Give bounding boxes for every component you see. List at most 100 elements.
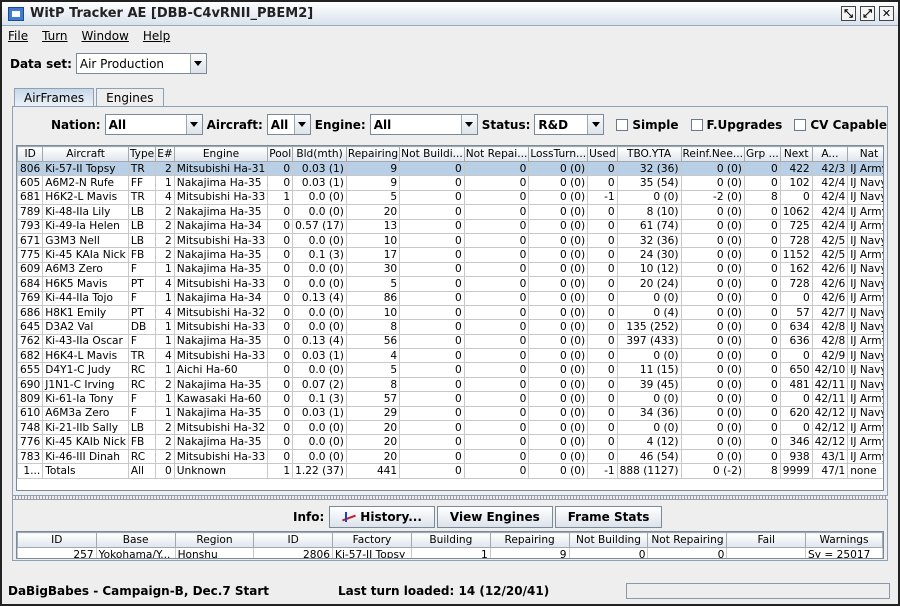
column-header[interactable]: Used [587, 146, 618, 162]
info-column-header[interactable]: Factory [332, 532, 412, 548]
column-header[interactable]: Not Repai... [463, 146, 530, 162]
table-cell: 42/8 [811, 319, 849, 335]
column-header[interactable]: Pool [267, 146, 294, 162]
engine-select[interactable]: All [369, 114, 478, 135]
table-cell: IJ Army [847, 218, 883, 234]
tab-airframes[interactable]: AirFrames [14, 88, 95, 107]
table-cell: 0 [463, 434, 530, 450]
column-header[interactable]: Engine [173, 146, 269, 162]
dataset-select[interactable]: Air Production [75, 53, 207, 74]
table-cell: 0 (0) [528, 420, 589, 436]
menu-file[interactable]: File [8, 29, 28, 43]
close-icon[interactable]: ✕ [879, 6, 894, 21]
column-header[interactable]: E# [155, 146, 175, 162]
table-cell: 1 [155, 261, 175, 278]
table-row[interactable]: 671 G3M3 Nell LB 2 Mitsubishi Ha-33 0 0.0 (0) 1… [17, 232, 883, 249]
table-cell: Ki-44-IIa Tojo [42, 290, 129, 306]
table-cell: 8 [743, 463, 781, 479]
info-table[interactable]: ID Base Region ID Factory Building Repairing No… [16, 531, 884, 559]
column-header[interactable]: Bld(mth) [292, 146, 347, 162]
table-cell: FB [127, 247, 157, 263]
column-header[interactable]: LossTurn... [528, 146, 589, 162]
column-header[interactable]: A... [811, 146, 849, 162]
table-row[interactable]: 809 Ki-61-Ia Tony F 1 Kawasaki Ha-60 0 0.1 (3)… [17, 391, 883, 407]
cvcapable-checkbox[interactable] [794, 118, 807, 131]
table-cell: 0 [399, 304, 465, 321]
maximize-icon[interactable]: ⤢ [860, 6, 875, 21]
table-row[interactable]: 609 A6M3 Zero F 1 Nakajima Ha-35 0 0.0 (0) 30 0 0… [17, 261, 883, 278]
column-header[interactable]: Reinf.Nee... [680, 146, 745, 162]
aircraft-select[interactable]: All [266, 114, 311, 135]
info-column-header[interactable]: Repairing [489, 532, 570, 548]
info-column-header[interactable]: Warnings [805, 532, 883, 548]
table-cell: J1N1-C Irving [42, 376, 129, 393]
info-column-header[interactable]: Building [410, 532, 491, 548]
column-header[interactable]: Aircraft [42, 146, 129, 162]
info-column-header[interactable]: Base [95, 532, 176, 548]
table-cell: 0 [779, 189, 813, 206]
table-row[interactable]: 610 A6M3a Zero F 1 Nakajima Ha-35 0 0.03 (1) 29… [17, 405, 883, 422]
chevron-down-icon[interactable] [185, 115, 202, 134]
tab-engines[interactable]: Engines [96, 88, 164, 107]
table-row[interactable]: 793 Ki-49-Ia Helen LB 2 Nakajima Ha-34 0 0.57 … [17, 218, 883, 234]
table-row[interactable]: 1... Totals All 0 Unknown 1 1.22 (37) 441 0 0 0 (0… [17, 463, 883, 479]
nation-select[interactable]: All [104, 114, 203, 135]
table-row[interactable]: 762 Ki-43-IIa Oscar F 1 Nakajima Ha-35 0 0.13 … [17, 333, 883, 350]
info-column-header[interactable]: Not Building [568, 532, 649, 548]
column-header[interactable]: Nat [847, 146, 883, 162]
table-cell: 42/4 [811, 175, 849, 191]
column-header[interactable]: Repairing [345, 146, 401, 162]
table-row[interactable]: 690 J1N1-C Irving RC 2 Nakajima Ha-35 0 0.07 (… [17, 376, 883, 393]
table-row[interactable]: 655 D4Y1-C Judy RC 1 Aichi Ha-60 0 0.0 (0) 5 0 0 0… [17, 362, 883, 378]
simple-checkbox[interactable] [616, 118, 629, 131]
table-row[interactable]: 682 H6K4-L Mavis TR 4 Mitsubishi Ha-33 0 0.03 … [17, 348, 883, 364]
chevron-down-icon[interactable] [460, 115, 477, 134]
chevron-down-icon[interactable] [293, 115, 310, 134]
menu-turn[interactable]: Turn [42, 29, 67, 43]
airframes-table[interactable]: ID Aircraft Type E# Engine Pool Bld(mth) Repair… [16, 145, 884, 491]
status-select[interactable]: R&D [534, 114, 605, 135]
table-row[interactable]: 776 Ki-45 KAIb Nick FB 2 Nakajima Ha-35 0 0.0 … [17, 434, 883, 450]
info-column-header[interactable]: ID [17, 532, 97, 548]
table-cell: 1 [267, 189, 294, 206]
table-row[interactable]: 605 A6M2-N Rufe FF 1 Nakajima Ha-35 0 0.03 (1)… [17, 175, 883, 191]
table-cell: A6M3a Zero [42, 405, 129, 422]
table-row[interactable]: 681 H6K2-L Mavis TR 4 Mitsubishi Ha-33 1 0.0 (… [17, 189, 883, 206]
column-header[interactable]: TBO.YTA [616, 146, 682, 162]
column-header[interactable]: Next [779, 146, 813, 162]
table-row[interactable]: 645 D3A2 Val DB 1 Mitsubishi Ha-33 0 0.0 (0) 8 0… [17, 319, 883, 335]
column-header[interactable]: Grp ... [743, 146, 781, 162]
menu-window[interactable]: Window [82, 29, 129, 43]
info-column-header[interactable]: ID [253, 532, 333, 548]
column-header[interactable]: Type [127, 146, 157, 162]
table-row[interactable]: 686 H8K1 Emily PT 4 Mitsubishi Ha-32 0 0.0 (0)… [17, 304, 883, 321]
view-engines-button[interactable]: View Engines [436, 506, 553, 528]
table-cell: 42/8 [811, 333, 849, 350]
table-cell: 0 [743, 391, 781, 407]
table-cell: Ki-45 KAIb Nick [42, 434, 129, 450]
table-cell: 42/11 [811, 376, 849, 393]
table-row[interactable]: 748 Ki-21-IIb Sally LB 2 Mitsubishi Ha-32 0 0.… [17, 420, 883, 436]
fupgrades-checkbox[interactable] [690, 118, 703, 131]
table-row[interactable]: 769 Ki-44-IIa Tojo F 1 Nakajima Ha-34 0 0.13 (… [17, 290, 883, 306]
table-row[interactable]: 783 Ki-46-III Dinah RC 2 Mitsubishi Ha-33 0 0.… [17, 448, 883, 465]
chevron-down-icon[interactable] [189, 54, 206, 73]
table-row[interactable]: 775 Ki-45 KAIa Nick FB 2 Nakajima Ha-35 0 0.1 … [17, 247, 883, 263]
column-header[interactable]: ID [17, 146, 44, 162]
column-header[interactable]: Not Buildi... [399, 146, 465, 162]
info-column-header[interactable]: Region [174, 532, 255, 548]
info-column-header[interactable]: Not Repairing [647, 532, 728, 548]
table-row[interactable]: 684 H6K5 Mavis PT 4 Mitsubishi Ha-33 0 0.0 (0)… [17, 276, 883, 292]
table-row[interactable]: 789 Ki-48-IIa Lily LB 2 Nakajima Ha-35 0 0.0 (… [17, 204, 883, 220]
chevron-down-icon[interactable] [587, 115, 604, 134]
table-cell: 0 [267, 276, 294, 292]
restore-icon[interactable]: ⤡ [841, 6, 856, 21]
table-cell: RC [127, 376, 157, 393]
info-column-header[interactable]: Fail [726, 532, 806, 548]
table-cell: 0 (0) [528, 290, 589, 306]
menu-help[interactable]: Help [143, 29, 170, 43]
history-button[interactable]: History... [329, 506, 435, 528]
table-cell: 20 [345, 204, 401, 220]
table-row[interactable]: 806 Ki-57-II Topsy TR 2 Mitsubishi Ha-31 0 0.0… [17, 160, 883, 177]
frame-stats-button[interactable]: Frame Stats [554, 506, 663, 528]
